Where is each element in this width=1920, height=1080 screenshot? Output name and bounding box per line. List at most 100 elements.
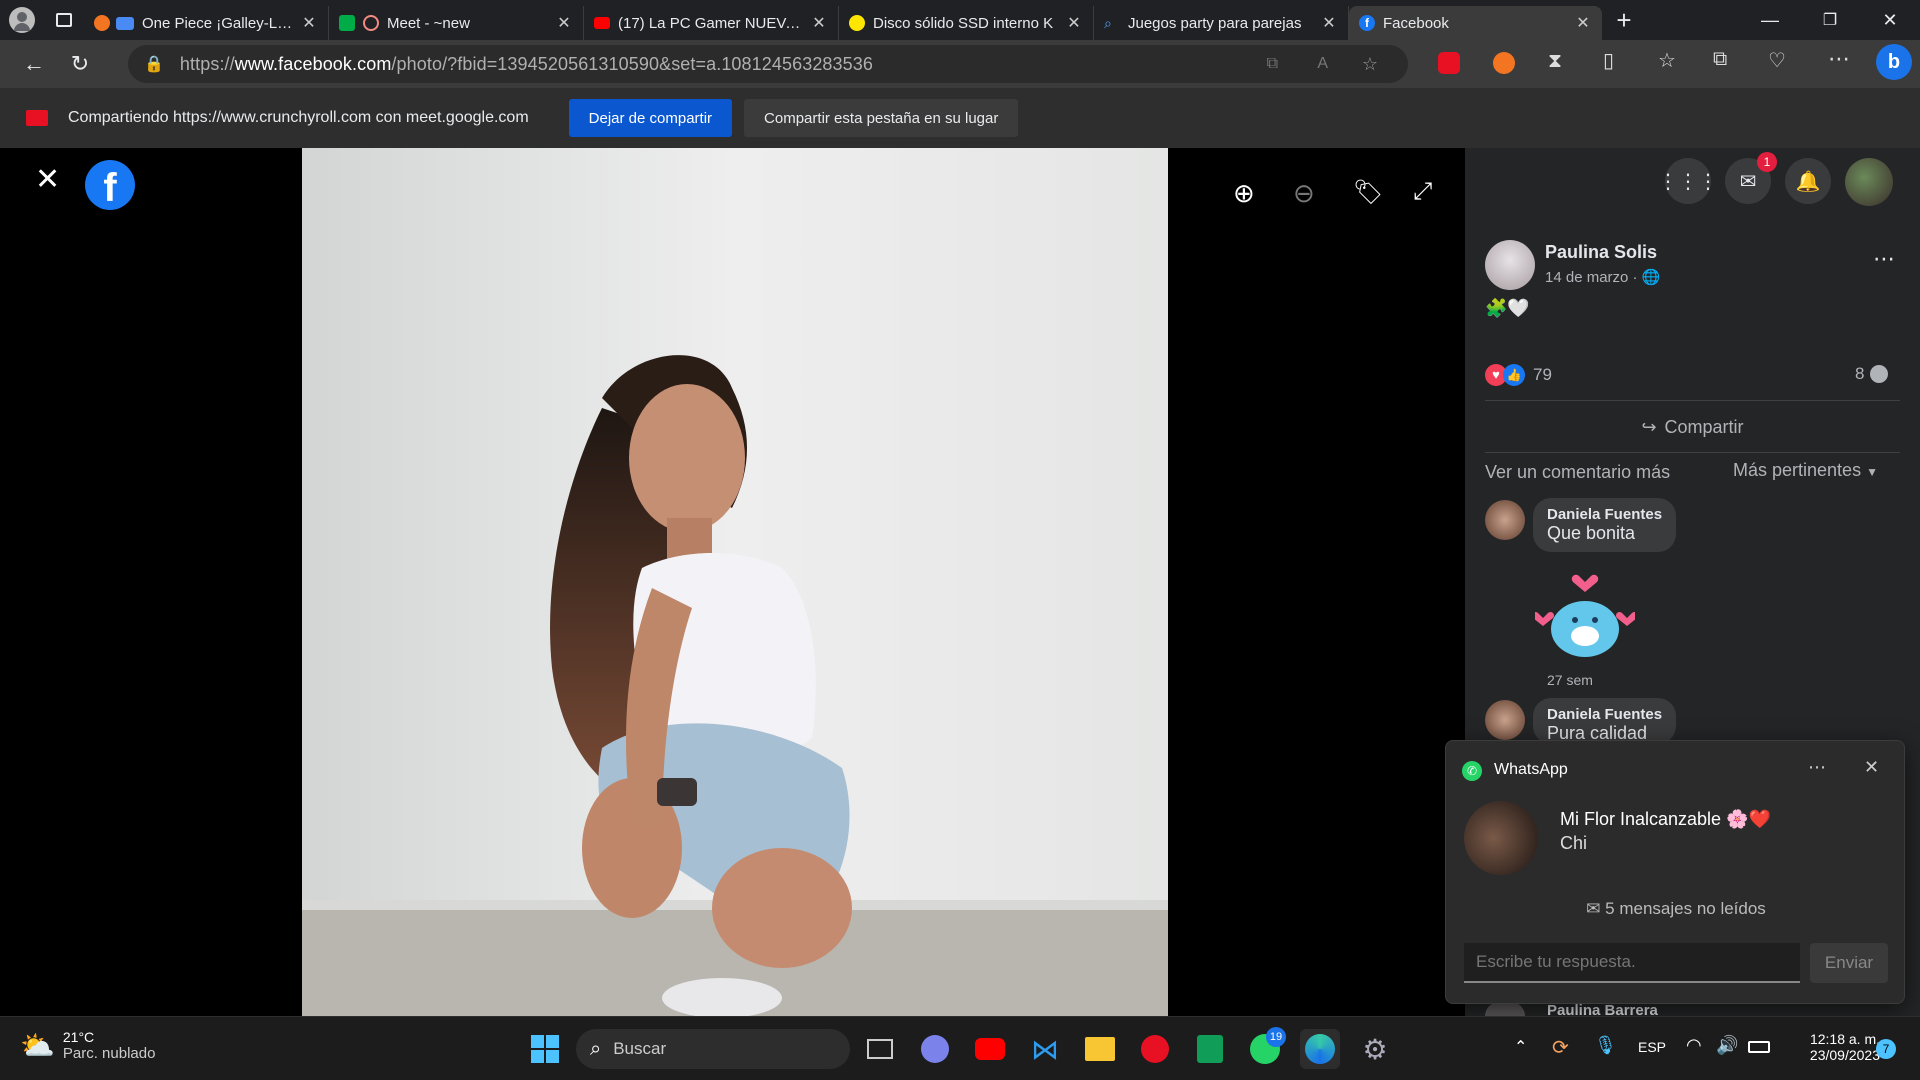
settings-more-icon[interactable]: ⋯ [1828, 46, 1850, 72]
commenter-avatar[interactable] [1485, 700, 1525, 740]
fullscreen-icon[interactable]: ⤢ [1413, 178, 1432, 206]
sync-icon[interactable]: ⟳ [1552, 1035, 1569, 1060]
sharing-indicator-icon [26, 110, 48, 126]
chevron-down-icon: ▼ [1866, 465, 1878, 479]
tag-icon[interactable]: 🏷 [1353, 178, 1383, 207]
tab-youtube[interactable]: (17) La PC Gamer NUEVA m ✕ [584, 6, 839, 40]
author-name[interactable]: Paulina Solis [1545, 242, 1657, 263]
file-explorer-icon[interactable] [1080, 1029, 1120, 1069]
adblock-extension-icon[interactable] [1438, 52, 1460, 74]
new-tab-button[interactable]: + [1602, 5, 1646, 36]
collections-icon[interactable]: ⧉ [1713, 48, 1727, 71]
task-view-icon[interactable] [860, 1029, 900, 1069]
notifications-bell-icon[interactable]: 🔔 [1785, 158, 1831, 204]
stop-sharing-button[interactable]: Dejar de compartir [568, 99, 733, 137]
close-window-button[interactable]: ✕ [1860, 10, 1920, 31]
weather-widget[interactable]: ⛅ 21°C Parc. nublado [20, 1029, 155, 1062]
account-avatar[interactable] [1845, 158, 1893, 206]
mail-icon: ✉ [1586, 899, 1601, 918]
post-photo[interactable] [302, 148, 1168, 1016]
notification-close-icon[interactable]: ✕ [1864, 757, 1879, 778]
language-indicator[interactable]: ESP [1638, 1039, 1666, 1055]
settings-gear-icon[interactable]: ⚙ [1355, 1029, 1395, 1069]
favorite-star-icon[interactable]: ☆ [1362, 54, 1378, 75]
sheets-icon[interactable] [1190, 1029, 1230, 1069]
edge-icon[interactable] [1300, 1029, 1340, 1069]
tab-crunchyroll[interactable]: One Piece ¡Galley-La C ✕ [84, 6, 329, 40]
menu-grid-icon[interactable]: ⋮⋮⋮ [1658, 158, 1718, 204]
post-options-icon[interactable]: ⋯ [1873, 246, 1895, 272]
tab-meet[interactable]: Meet - ~new ✕ [329, 6, 584, 40]
divider [1485, 452, 1900, 453]
open-in-app-icon[interactable]: ⧉ [1267, 55, 1278, 73]
youtube-app-icon[interactable] [970, 1029, 1010, 1069]
media-player-icon[interactable] [1135, 1029, 1175, 1069]
reload-button[interactable]: ↻ [58, 44, 102, 84]
address-bar-row: ← ↻ 🔒 https://www.facebook.com/photo/?fb… [0, 40, 1920, 88]
sender-avatar [1464, 801, 1538, 875]
view-more-comments[interactable]: Ver un comentario más [1485, 462, 1670, 483]
post-caption: 🧩🤍 [1485, 298, 1530, 318]
comment-author[interactable]: Daniela Fuentes [1547, 706, 1662, 723]
taskbar-search[interactable]: ⌕ Buscar [576, 1029, 850, 1069]
tab-mercadolibre[interactable]: Disco sólido SSD interno K ✕ [839, 6, 1094, 40]
facebook-logo[interactable]: f [85, 160, 135, 210]
vscode-icon[interactable]: ⋈ [1025, 1029, 1065, 1069]
wifi-icon[interactable]: ◠ [1686, 1035, 1702, 1056]
sort-comments-dropdown[interactable]: Más pertinentes ▼ [1733, 460, 1878, 481]
microphone-icon[interactable]: 🎙 [1594, 1035, 1617, 1056]
close-icon[interactable]: ✕ [1065, 13, 1083, 33]
tab-search[interactable]: ⌕ Juegos party para parejas ✕ [1094, 6, 1349, 40]
whatsapp-icon: ✆ [1462, 761, 1482, 781]
share-this-tab-button[interactable]: Compartir esta pestaña en su lugar [744, 99, 1019, 137]
zoom-in-icon[interactable]: ⊕ [1233, 178, 1255, 209]
close-icon[interactable]: ✕ [555, 13, 573, 33]
bing-icon[interactable]: b [1876, 44, 1912, 80]
reactions-summary[interactable]: ♥ 👍 79 [1485, 364, 1552, 386]
read-aloud-icon[interactable]: A [1317, 55, 1328, 73]
lock-icon[interactable]: 🔒 [144, 54, 164, 74]
close-icon[interactable]: ✕ [1574, 13, 1592, 33]
author-avatar[interactable] [1485, 240, 1535, 290]
comment-bubble: Daniela Fuentes Que bonita [1533, 498, 1677, 552]
clock[interactable]: 12:18 a. m. 23/09/2023 [1780, 1031, 1880, 1063]
show-hidden-icons[interactable]: ⌃ [1514, 1037, 1527, 1057]
url-text[interactable]: https://www.facebook.com/photo/?fbid=139… [180, 54, 873, 75]
volume-icon[interactable]: 🔊 [1716, 1035, 1738, 1056]
restore-button[interactable]: ❐ [1800, 10, 1860, 30]
comment-time[interactable]: 27 sem [1547, 672, 1593, 688]
notification-more-icon[interactable]: ⋯ [1808, 757, 1826, 778]
tab-facebook[interactable]: f Facebook ✕ [1349, 6, 1602, 40]
commenter-avatar[interactable] [1485, 1002, 1525, 1016]
battery-icon[interactable] [1748, 1041, 1770, 1053]
favorites-icon[interactable]: ☆ [1658, 48, 1676, 73]
extension-orange-icon[interactable] [1493, 52, 1515, 74]
tab-actions-icon[interactable] [44, 0, 84, 40]
back-button[interactable]: ← [12, 44, 56, 84]
split-screen-icon[interactable]: ▯ [1603, 48, 1614, 73]
recording-icon [363, 15, 379, 31]
address-bar[interactable]: 🔒 https://www.facebook.com/photo/?fbid=1… [128, 45, 1408, 83]
commenter-avatar[interactable] [1485, 500, 1525, 540]
youtube-icon [594, 17, 610, 29]
extensions-icon[interactable]: ⧗ [1548, 50, 1562, 73]
share-button[interactable]: ↪ Compartir [1485, 406, 1900, 448]
post-date[interactable]: 14 de marzo · 🌐 [1545, 268, 1660, 286]
close-icon[interactable]: ✕ [810, 13, 828, 33]
close-icon[interactable]: ✕ [35, 162, 60, 197]
close-icon[interactable]: ✕ [1320, 13, 1338, 33]
notification-center-badge[interactable]: 7 [1876, 1039, 1896, 1059]
minimize-button[interactable]: — [1740, 10, 1800, 31]
comment-author[interactable]: Paulina Barrera [1547, 1002, 1658, 1016]
browser-essentials-icon[interactable]: ♡ [1768, 48, 1786, 73]
profile-avatar[interactable] [0, 0, 44, 40]
comment-author[interactable]: Daniela Fuentes [1547, 506, 1662, 523]
close-icon[interactable]: ✕ [300, 13, 318, 33]
whatsapp-notification[interactable]: ✆ WhatsApp ⋯ ✕ Mi Flor Inalcanzable 🌸❤️ … [1445, 740, 1905, 1004]
send-button[interactable]: Enviar [1810, 943, 1888, 983]
start-button[interactable] [525, 1029, 565, 1069]
reply-input[interactable] [1464, 943, 1800, 983]
teams-chat-icon[interactable] [915, 1029, 955, 1069]
zoom-out-icon[interactable]: ⊖ [1293, 178, 1315, 209]
comments-count[interactable]: 8 [1855, 364, 1889, 384]
